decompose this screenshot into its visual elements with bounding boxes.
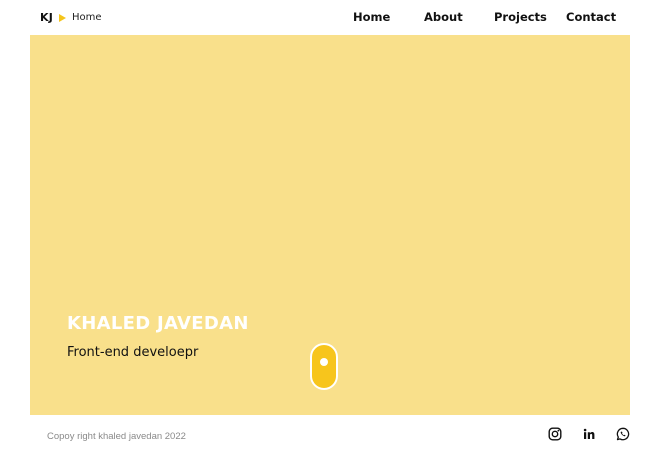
hero-section: KHALED JAVEDAN Front-end develoepr — [30, 35, 630, 415]
nav-home[interactable]: Home — [353, 10, 390, 24]
hero-name: KHALED JAVEDAN — [67, 313, 249, 334]
main-nav: Home About Projects Contact — [0, 10, 660, 26]
scroll-down-indicator[interactable] — [310, 343, 338, 390]
instagram-icon[interactable] — [548, 427, 562, 441]
hero-role: Front-end develoepr — [67, 345, 199, 360]
copyright-text: Copoy right khaled javedan 2022 — [47, 431, 186, 442]
site-header: KJ Home Home About Projects Contact — [0, 0, 660, 35]
whatsapp-icon[interactable] — [616, 427, 630, 441]
scroll-dot — [320, 358, 328, 366]
nav-about[interactable]: About — [424, 10, 463, 24]
site-footer: Copoy right khaled javedan 2022 — [0, 415, 660, 450]
nav-projects[interactable]: Projects — [494, 10, 547, 24]
linkedin-icon[interactable] — [582, 427, 596, 441]
nav-contact[interactable]: Contact — [566, 10, 616, 24]
